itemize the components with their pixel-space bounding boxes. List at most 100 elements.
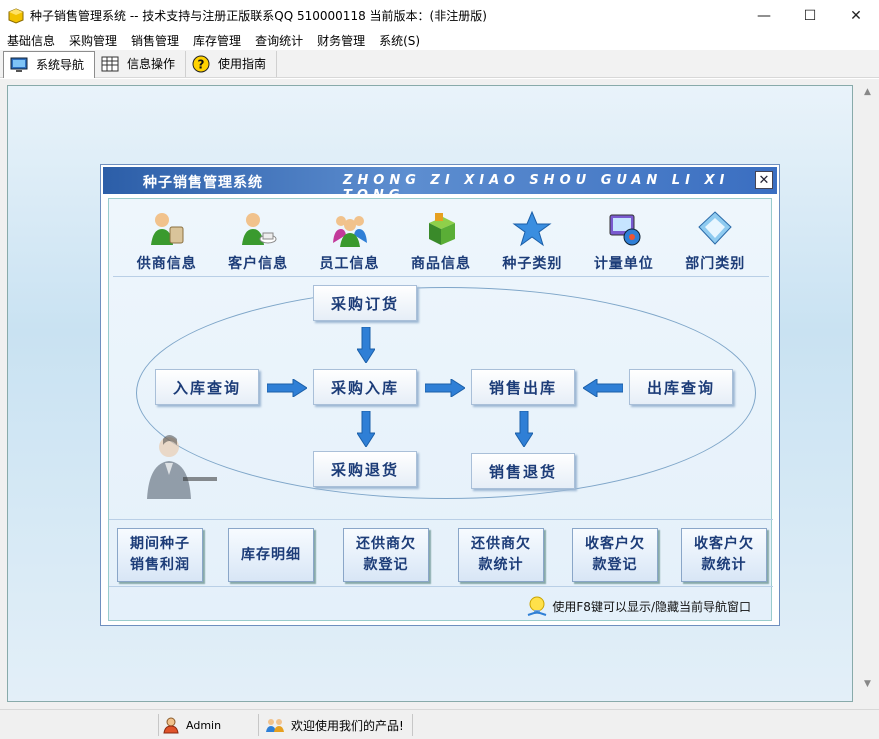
arrow-down-icon bbox=[357, 327, 375, 363]
customer-debt-register-line2: 款登记 bbox=[592, 557, 638, 573]
arrow-left-icon bbox=[583, 379, 623, 397]
app-icon bbox=[8, 7, 24, 24]
finance-buttons-row: 期间种子 销售利润 库存明细 还供商欠 款登记 还供商欠 款统计 收客户欠 款登… bbox=[109, 519, 773, 583]
period-profit-line1: 期间种子 bbox=[130, 536, 190, 552]
supplier-icon bbox=[150, 213, 184, 245]
supplier-info-button[interactable]: 供商信息 bbox=[127, 203, 207, 276]
inventory-detail-line1: 库存明细 bbox=[241, 546, 301, 563]
stock-in-query-button[interactable]: 入库查询 bbox=[155, 369, 259, 405]
arrow-down-icon bbox=[515, 411, 533, 447]
staff-icon bbox=[332, 216, 367, 247]
f8-tip-text: 使用F8键可以显示/隐藏当前导航窗口 bbox=[552, 599, 751, 614]
status-user-name: Admin bbox=[186, 718, 222, 732]
staff-info-label: 员工信息 bbox=[319, 256, 380, 272]
seed-category-label: 种子类别 bbox=[502, 256, 563, 272]
menu-finance[interactable]: 财务管理 bbox=[312, 32, 374, 49]
menu-purchase[interactable]: 采购管理 bbox=[64, 32, 126, 49]
supplier-debt-register-button[interactable]: 还供商欠 款登记 bbox=[343, 528, 429, 582]
tab-info-ops-label: 信息操作 bbox=[127, 57, 176, 71]
flow-diagram: 采购订货 入库查询 采购入库 销售出库 出库查询 采购退货 销售退货 bbox=[109, 279, 773, 505]
menu-query[interactable]: 查询统计 bbox=[250, 32, 312, 49]
status-message: 欢迎使用我们的产品! bbox=[265, 716, 404, 734]
customer-info-button[interactable]: 客户信息 bbox=[218, 203, 298, 276]
nav-body: 供商信息 客户信息 员工信息 商品信息 种子类别 计量单位 部门类别 采购订货 … bbox=[108, 198, 773, 621]
unit-button[interactable]: 计量单位 bbox=[584, 203, 664, 276]
navigation-window: 种子销售管理系统 ZHONG ZI XIAO SHOU GUAN LI XI T… bbox=[100, 164, 780, 626]
f8-tip: 使用F8键可以显示/隐藏当前导航窗口 bbox=[526, 595, 751, 617]
user-icon bbox=[163, 717, 179, 734]
menu-inventory[interactable]: 库存管理 bbox=[188, 32, 250, 49]
minimize-button[interactable]: — bbox=[741, 0, 787, 31]
period-profit-line2: 销售利润 bbox=[130, 557, 190, 573]
customer-debt-stats-line1: 收客户欠 bbox=[694, 536, 754, 552]
period-profit-button[interactable]: 期间种子 销售利润 bbox=[117, 528, 203, 582]
staff-info-button[interactable]: 员工信息 bbox=[310, 203, 390, 276]
customer-info-label: 客户信息 bbox=[228, 256, 289, 272]
help-icon: ? bbox=[192, 55, 210, 72]
department-icon bbox=[698, 211, 732, 245]
tab-info-ops[interactable]: 信息操作 bbox=[95, 50, 187, 77]
status-user: Admin bbox=[162, 716, 221, 734]
supplier-debt-stats-button[interactable]: 还供商欠 款统计 bbox=[458, 528, 544, 582]
department-category-button[interactable]: 部门类别 bbox=[675, 203, 755, 276]
product-info-label: 商品信息 bbox=[410, 256, 471, 272]
users-icon bbox=[266, 719, 284, 732]
menu-system[interactable]: 系统(S) bbox=[374, 32, 429, 49]
lightbulb-icon bbox=[528, 596, 547, 616]
arrow-right-icon bbox=[425, 379, 465, 397]
tab-user-guide-label: 使用指南 bbox=[218, 57, 267, 71]
status-bar: Admin 欢迎使用我们的产品! bbox=[0, 709, 879, 739]
purchase-order-button[interactable]: 采购订货 bbox=[313, 285, 417, 321]
status-message-text: 欢迎使用我们的产品! bbox=[291, 718, 404, 733]
supplier-debt-register-line1: 还供商欠 bbox=[356, 536, 416, 552]
arrow-down-icon bbox=[357, 411, 375, 447]
vertical-scrollbar[interactable]: ▲ ▼ bbox=[859, 79, 879, 709]
menu-basic-info[interactable]: 基础信息 bbox=[2, 32, 64, 49]
supplier-debt-stats-line1: 还供商欠 bbox=[471, 536, 531, 552]
receptionist-image bbox=[147, 435, 217, 499]
customer-debt-register-button[interactable]: 收客户欠 款登记 bbox=[572, 528, 658, 582]
product-icon bbox=[428, 213, 455, 245]
scroll-up-icon[interactable]: ▲ bbox=[864, 87, 871, 97]
tab-user-guide[interactable]: ? 使用指南 bbox=[186, 50, 278, 77]
unit-label: 计量单位 bbox=[593, 256, 654, 272]
sales-out-button[interactable]: 销售出库 bbox=[471, 369, 575, 405]
customer-debt-stats-line2: 款统计 bbox=[701, 557, 747, 573]
unit-icon bbox=[609, 214, 641, 246]
close-button[interactable]: ✕ bbox=[833, 0, 879, 31]
tip-row: 使用F8键可以显示/隐藏当前导航窗口 bbox=[109, 586, 773, 620]
monitor-icon bbox=[10, 57, 28, 72]
stock-out-query-button[interactable]: 出库查询 bbox=[629, 369, 733, 405]
window-title: 种子销售管理系统 -- 技术支持与注册正版联系QQ 510000118 当前版本… bbox=[30, 9, 487, 23]
purchase-return-button[interactable]: 采购退货 bbox=[313, 451, 417, 487]
tab-system-nav[interactable]: 系统导航 bbox=[3, 50, 96, 78]
grid-icon bbox=[101, 56, 119, 71]
toolbar: 系统导航 信息操作 ? 使用指南 bbox=[0, 50, 879, 78]
menu-bar: 基础信息 采购管理 销售管理 库存管理 查询统计 财务管理 系统(S) bbox=[0, 31, 879, 50]
scroll-down-icon[interactable]: ▼ bbox=[864, 679, 871, 689]
nav-close-button[interactable]: ✕ bbox=[755, 171, 773, 189]
supplier-info-label: 供商信息 bbox=[136, 256, 197, 272]
nav-title-bar: 种子销售管理系统 ZHONG ZI XIAO SHOU GUAN LI XI T… bbox=[103, 167, 777, 203]
maximize-button[interactable]: ☐ bbox=[787, 0, 833, 31]
svg-text:?: ? bbox=[198, 57, 205, 71]
inventory-detail-button[interactable]: 库存明细 bbox=[228, 528, 314, 582]
sales-return-button[interactable]: 销售退货 bbox=[471, 453, 575, 489]
product-info-button[interactable]: 商品信息 bbox=[401, 203, 481, 276]
supplier-debt-register-line2: 款登记 bbox=[363, 557, 409, 573]
department-category-label: 部门类别 bbox=[685, 256, 746, 272]
nav-title-cn: 种子销售管理系统 bbox=[143, 175, 263, 191]
status-separator bbox=[258, 714, 259, 736]
menu-sales[interactable]: 销售管理 bbox=[126, 32, 188, 49]
status-separator bbox=[412, 714, 413, 736]
supplier-debt-stats-line2: 款统计 bbox=[478, 557, 524, 573]
seed-category-button[interactable]: 种子类别 bbox=[492, 203, 572, 276]
arrow-right-icon bbox=[267, 379, 307, 397]
purchase-in-button[interactable]: 采购入库 bbox=[313, 369, 417, 405]
customer-icon bbox=[242, 213, 277, 245]
customer-debt-stats-button[interactable]: 收客户欠 款统计 bbox=[681, 528, 767, 582]
tab-system-nav-label: 系统导航 bbox=[36, 58, 85, 72]
star-icon bbox=[512, 210, 552, 247]
title-bar: 种子销售管理系统 -- 技术支持与注册正版联系QQ 510000118 当前版本… bbox=[0, 0, 879, 31]
status-separator bbox=[158, 714, 159, 736]
